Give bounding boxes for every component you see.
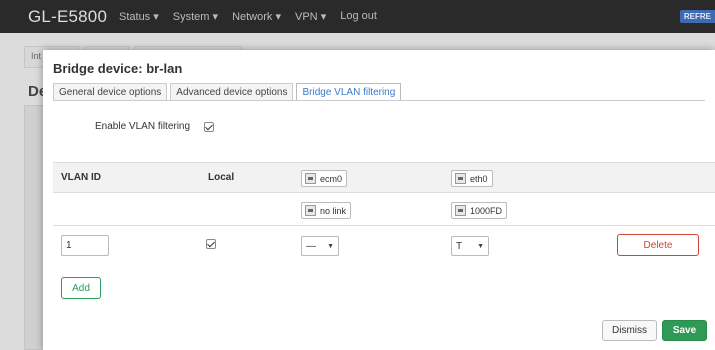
port-name-ecm0: ecm0 — [320, 173, 343, 184]
nav-vpn[interactable]: VPN ▾ — [295, 10, 326, 23]
add-button[interactable]: Add — [61, 277, 101, 299]
nav-status-label: Status — [119, 11, 151, 23]
chevron-down-icon: ▾ — [320, 11, 327, 23]
nav-network-label: Network — [232, 11, 273, 23]
chevron-down-icon: ▾ — [275, 11, 281, 23]
port-status-label: no link — [320, 205, 347, 216]
network-port-icon — [455, 173, 466, 184]
dismiss-button[interactable]: Dismiss — [602, 320, 657, 341]
port-name-eth0: eth0 — [470, 173, 488, 184]
nav-vpn-label: VPN — [295, 11, 318, 23]
enable-vlan-label: Enable VLAN filtering — [95, 121, 191, 132]
port-header-ecm0: ecm0 — [301, 170, 348, 187]
delete-button[interactable]: Delete — [617, 234, 699, 256]
chevron-down-icon: ▾ — [212, 11, 219, 23]
tab-divider — [53, 100, 705, 101]
tab-advanced-device-options[interactable]: Advanced device options — [170, 83, 294, 101]
port-header-eth0: eth0 — [451, 170, 493, 187]
port-status-eth0: 1000FD — [451, 202, 508, 219]
nav-status[interactable]: Status ▾ — [119, 10, 159, 23]
nav-system-label: System — [172, 11, 210, 23]
enable-vlan-row: Enable VLAN filtering — [95, 121, 215, 132]
enable-vlan-checkbox[interactable] — [204, 121, 215, 132]
vlan-table-header — [53, 162, 715, 193]
network-port-icon — [305, 173, 316, 184]
port-select-value: T — [456, 240, 463, 252]
tab-bridge-vlan-filtering[interactable]: Bridge VLAN filtering — [296, 83, 402, 101]
brand-logo[interactable]: GL-E5800 — [28, 7, 107, 27]
nav-network[interactable]: Network ▾ — [232, 10, 281, 23]
refresh-badge[interactable]: REFRE — [679, 10, 715, 23]
tab-general-device-options[interactable]: General device options — [53, 83, 168, 101]
modal-title: Bridge device: br-lan — [53, 61, 183, 76]
network-port-icon — [455, 205, 466, 216]
port-select-eth0[interactable]: T ▼ — [451, 236, 489, 256]
nav-system[interactable]: System ▾ — [173, 10, 218, 23]
header-vlan-id: VLAN ID — [61, 172, 101, 183]
port-status-label: 1000FD — [470, 205, 503, 216]
vlan-id-input[interactable] — [61, 235, 109, 256]
nav-logout[interactable]: Log out — [340, 10, 377, 23]
chevron-down-icon: ▾ — [153, 11, 159, 23]
top-navbar: GL-E5800 Status ▾ System ▾ Network ▾ VPN… — [0, 0, 715, 33]
local-checkbox[interactable] — [206, 239, 216, 249]
save-button[interactable]: Save — [662, 320, 707, 341]
port-select-ecm0[interactable]: — ▼ — [301, 236, 339, 256]
main-nav: Status ▾ System ▾ Network ▾ VPN ▾ Log ou… — [119, 10, 391, 23]
caret-down-icon: ▼ — [477, 242, 484, 250]
row-divider — [53, 225, 715, 226]
network-port-icon — [305, 205, 316, 216]
bridge-device-modal: Bridge device: br-lan General device opt… — [43, 50, 715, 350]
caret-down-icon: ▼ — [327, 242, 334, 250]
port-status-ecm0: no link — [301, 202, 352, 219]
port-select-value: — — [306, 240, 316, 252]
modal-tabs: General device options Advanced device o… — [53, 83, 404, 101]
header-local: Local — [208, 172, 235, 183]
